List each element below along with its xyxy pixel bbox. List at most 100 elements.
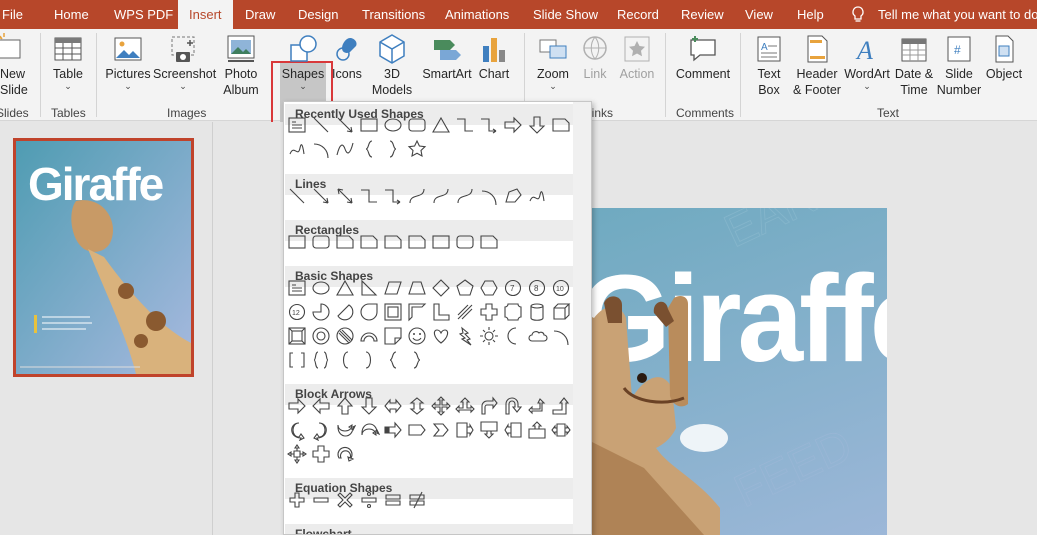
shape-option-elbowarrow-icon[interactable]: [382, 185, 404, 207]
shape-option-oct-icon[interactable]: 8: [526, 277, 548, 299]
action-button[interactable]: Action: [617, 32, 657, 82]
shape-option-snip-icon[interactable]: [334, 231, 356, 253]
object-button[interactable]: Object: [984, 32, 1024, 82]
shape-option-lbracket-icon[interactable]: [334, 349, 356, 371]
new-slide-button[interactable]: New Slide: [0, 32, 28, 98]
shape-option-curvedl-icon[interactable]: [310, 419, 332, 441]
shape-option-rrect-icon[interactable]: [406, 114, 428, 136]
shape-option-can-icon[interactable]: [526, 301, 548, 323]
shape-option-moon-icon[interactable]: [502, 325, 524, 347]
tab-draw[interactable]: Draw: [245, 0, 275, 29]
shape-option-line-icon[interactable]: [310, 114, 332, 136]
shape-option-darrow-icon[interactable]: [526, 114, 548, 136]
slide-number-button[interactable]: # Slide Number: [936, 32, 982, 98]
shape-option-smiley-icon[interactable]: [406, 325, 428, 347]
tab-animations[interactable]: Animations: [445, 0, 509, 29]
shape-option-div-icon[interactable]: [358, 489, 380, 511]
shape-option-mult-icon[interactable]: [334, 489, 356, 511]
shape-option-lbrace-icon[interactable]: [358, 138, 380, 160]
chart-button[interactable]: Chart: [476, 32, 512, 82]
shape-option-star-icon[interactable]: [406, 138, 428, 160]
shape-option-elbowarrow-icon[interactable]: [478, 114, 500, 136]
shape-option-rcallout-icon[interactable]: [454, 419, 476, 441]
header-footer-button[interactable]: Header & Footer: [792, 32, 842, 98]
shape-option-para-icon[interactable]: [382, 277, 404, 299]
shape-option-rect-icon[interactable]: [358, 114, 380, 136]
shape-option-dcallout-icon[interactable]: [478, 419, 500, 441]
tab-view[interactable]: View: [745, 0, 773, 29]
shape-option-bent-icon[interactable]: [478, 395, 500, 417]
tab-design[interactable]: Design: [298, 0, 338, 29]
shape-option-plaque-icon[interactable]: [502, 301, 524, 323]
shape-option-rect-icon[interactable]: [286, 231, 308, 253]
shape-option-bracketpair-icon[interactable]: [286, 349, 308, 371]
date-time-button[interactable]: Date & Time: [893, 32, 935, 98]
shape-option-snip-icon[interactable]: [406, 231, 428, 253]
shape-option-arc-icon[interactable]: [310, 138, 332, 160]
shape-option-rrect-icon[interactable]: [454, 231, 476, 253]
shape-option-curvedd-icon[interactable]: [358, 419, 380, 441]
shape-option-bolt-icon[interactable]: [454, 325, 476, 347]
tab-record[interactable]: Record: [617, 0, 659, 29]
shape-option-lbrace-icon[interactable]: [382, 349, 404, 371]
shape-option-cross-icon[interactable]: [310, 443, 332, 465]
shape-option-uturn-icon[interactable]: [502, 395, 524, 417]
shape-option-tri-icon[interactable]: [430, 114, 452, 136]
shape-option-chord-icon[interactable]: [334, 301, 356, 323]
shape-option-larrow-icon[interactable]: [310, 395, 332, 417]
table-button[interactable]: Table ⌄: [48, 32, 88, 91]
shape-option-trap-icon[interactable]: [406, 277, 428, 299]
shape-option-pentagon-icon[interactable]: [406, 419, 428, 441]
shape-option-rbrace-icon[interactable]: [406, 349, 428, 371]
icons-button[interactable]: Icons: [330, 32, 364, 82]
shapes-button[interactable]: Shapes ⌄: [280, 32, 326, 91]
shape-option-minus-icon[interactable]: [310, 489, 332, 511]
tab-transitions[interactable]: Transitions: [362, 0, 425, 29]
shape-option-arc-icon[interactable]: [550, 325, 572, 347]
shape-option-lrarrow-icon[interactable]: [382, 395, 404, 417]
shape-option-equal-icon[interactable]: [382, 489, 404, 511]
shape-option-noentry-icon[interactable]: [334, 325, 356, 347]
shape-option-arrowline-icon[interactable]: [310, 185, 332, 207]
shape-option-curvedu-icon[interactable]: [334, 419, 356, 441]
tab-help[interactable]: Help: [797, 0, 824, 29]
shape-option-pent-icon[interactable]: [454, 277, 476, 299]
shape-option-rbrace-icon[interactable]: [382, 138, 404, 160]
shape-option-textbox-icon[interactable]: [286, 277, 308, 299]
shape-option-cross-icon[interactable]: [478, 301, 500, 323]
shape-option-hept-icon[interactable]: 7: [502, 277, 524, 299]
shape-option-pie-icon[interactable]: [310, 301, 332, 323]
shape-option-rarrow-icon[interactable]: [502, 114, 524, 136]
shape-option-neq-icon[interactable]: [406, 489, 428, 511]
shape-option-dod-icon[interactable]: 12: [286, 301, 308, 323]
shape-option-lrup-icon[interactable]: [454, 395, 476, 417]
shape-option-striped-icon[interactable]: [382, 419, 404, 441]
shape-option-arrowline-icon[interactable]: [334, 114, 356, 136]
photo-album-button[interactable]: Photo Album: [217, 32, 265, 98]
shape-option-scribble-icon[interactable]: [526, 185, 548, 207]
slide-1-canvas[interactable]: EARTH FEED Giraffe: [584, 208, 887, 535]
shape-option-darrow-icon[interactable]: [358, 395, 380, 417]
shape-option-blockarc-icon[interactable]: [358, 325, 380, 347]
shape-option-diamond-icon[interactable]: [430, 277, 452, 299]
shape-option-udarrow-icon[interactable]: [406, 395, 428, 417]
shape-option-rtri-icon[interactable]: [358, 277, 380, 299]
shape-option-tri-icon[interactable]: [334, 277, 356, 299]
zoom-button[interactable]: Zoom ⌄: [533, 32, 573, 91]
comment-button[interactable]: Comment: [672, 32, 734, 82]
shape-option-teardrop-icon[interactable]: [358, 301, 380, 323]
shape-option-line-icon[interactable]: [286, 185, 308, 207]
slide-thumbnail-1[interactable]: Giraffe: [13, 138, 194, 377]
shape-option-lcallout-icon[interactable]: [502, 419, 524, 441]
shape-option-snip-icon[interactable]: [550, 114, 572, 136]
shape-option-curvedr-icon[interactable]: [286, 419, 308, 441]
shape-option-ucallout-icon[interactable]: [526, 419, 548, 441]
shape-option-sun-icon[interactable]: [478, 325, 500, 347]
shape-option-plus-icon[interactable]: [286, 489, 308, 511]
shape-option-curve-icon[interactable]: [454, 185, 476, 207]
dropdown-scrollbar[interactable]: [573, 102, 591, 534]
shape-option-quadcallout-icon[interactable]: [286, 443, 308, 465]
shapes-dropdown-gallery[interactable]: Recently Used Shapes Lines Rectangles Ba…: [283, 101, 592, 535]
shape-option-arc-icon[interactable]: [478, 185, 500, 207]
screenshot-button[interactable]: Screenshot ⌄: [153, 32, 216, 91]
